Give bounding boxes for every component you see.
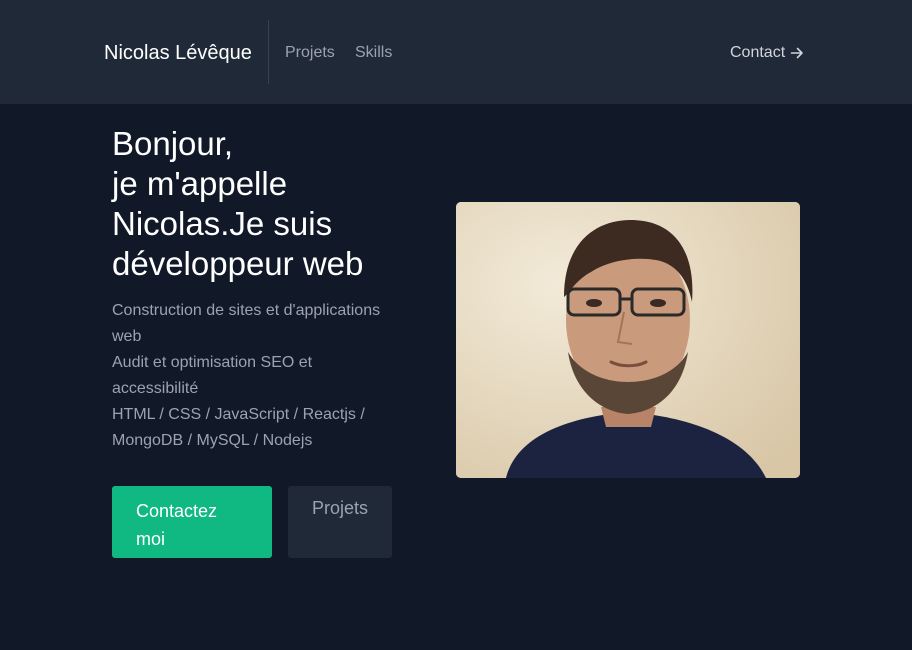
brand-name[interactable]: Nicolas Lévêque	[104, 40, 252, 66]
hero-description: Construction de sites et d'applications …	[112, 298, 382, 454]
hero-description-line: Audit et optimisation SEO et accessibili…	[112, 354, 313, 397]
header-divider	[268, 20, 269, 84]
projets-button[interactable]: Projets	[288, 486, 392, 558]
hero-description-line: HTML / CSS / JavaScript / Reactjs / Mong…	[112, 406, 365, 449]
contact-button[interactable]: Contactez moi	[112, 486, 272, 558]
hero-title-line: je m'appelle	[112, 165, 288, 202]
contact-link[interactable]: Contact	[730, 43, 804, 63]
profile-photo	[456, 202, 800, 478]
nav-link-projets[interactable]: Projets	[285, 43, 335, 63]
hero-title-line: développeur web	[112, 245, 364, 282]
hero-title: Bonjour, je m'appelle Nicolas.Je suis dé…	[112, 124, 432, 284]
arrow-right-icon	[790, 47, 803, 59]
portrait-illustration	[456, 202, 800, 478]
contact-link-label: Contact	[730, 44, 786, 61]
hero-title-line: Bonjour,	[112, 125, 234, 162]
site-header: Nicolas Lévêque Projets Skills Contact	[0, 0, 912, 104]
hero-description-line: Construction de sites et d'applications …	[112, 302, 381, 345]
nav-link-skills[interactable]: Skills	[355, 43, 392, 63]
hero-title-line: Nicolas.Je suis	[112, 205, 333, 242]
